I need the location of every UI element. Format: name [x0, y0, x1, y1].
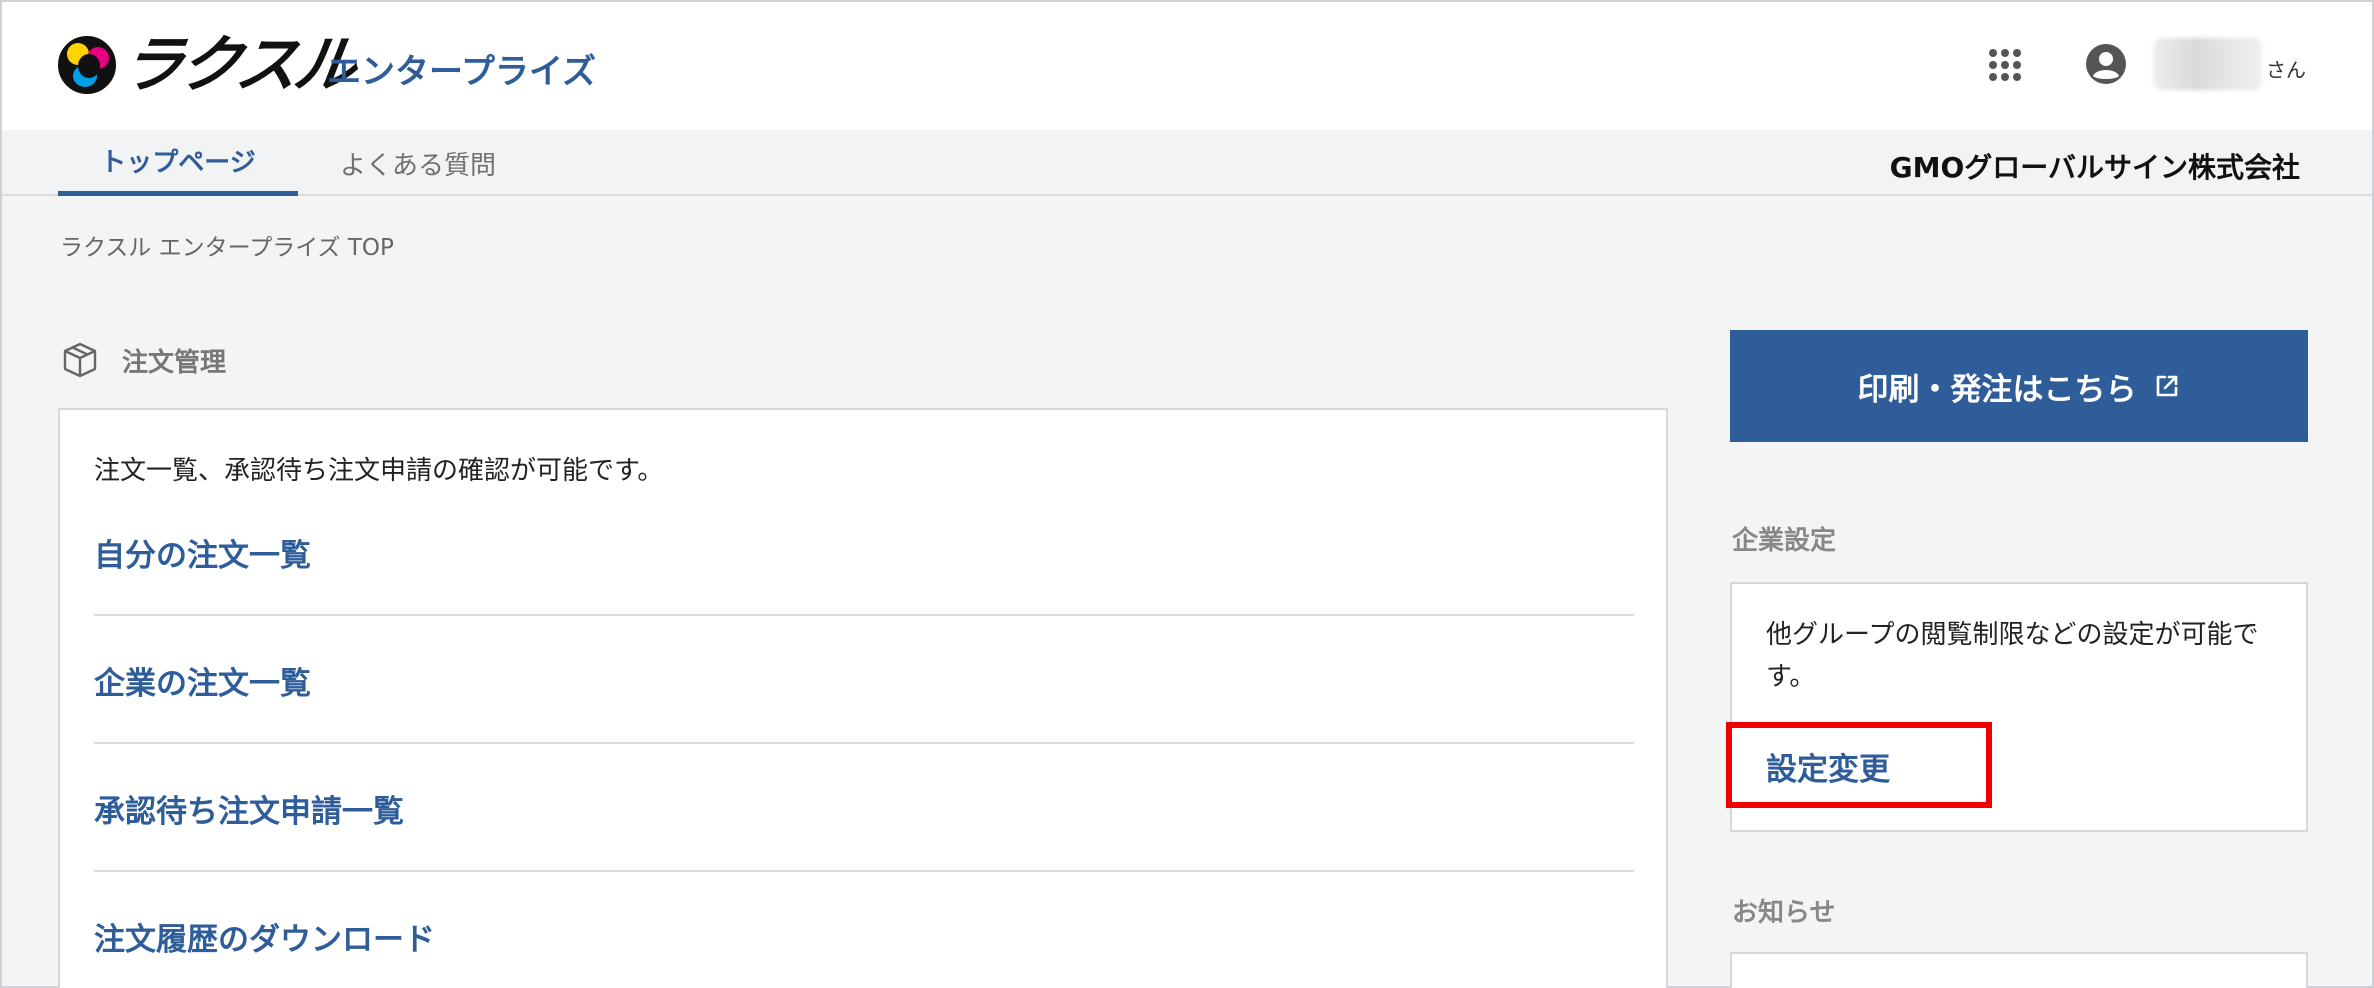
order-section-header: 注文管理: [60, 340, 226, 380]
logo-wordmark: ラクスル: [116, 28, 358, 101]
raksul-logo[interactable]: ラクスル: [58, 28, 357, 101]
order-history-download-link[interactable]: 注文履歴のダウンロード: [94, 914, 435, 959]
divider: [94, 742, 1634, 744]
company-settings-card: 他グループの閲覧制限などの設定が可能です。 設定変更: [1730, 582, 2308, 832]
tab-faq[interactable]: よくある質問: [328, 130, 508, 196]
print-order-button[interactable]: 印刷・発注はこちら: [1730, 330, 2308, 442]
divider: [94, 870, 1634, 872]
order-section-description: 注文一覧、承認待ち注文申請の確認が可能です。: [94, 456, 664, 486]
external-link-icon: [2156, 375, 2177, 397]
order-management-card: 注文一覧、承認待ち注文申請の確認が可能です。 自分の注文一覧 企業の注文一覧 承…: [58, 408, 1668, 988]
raksul-logo-mark-icon: [58, 36, 116, 94]
news-card: [1730, 952, 2308, 988]
divider: [94, 614, 1634, 616]
app-grid-icon[interactable]: [1988, 48, 2022, 82]
tab-top-page[interactable]: トップページ: [58, 130, 298, 196]
breadcrumb: ラクスル エンタープライズ TOP: [60, 235, 394, 261]
company-settings-description: 他グループの閲覧制限などの設定が可能です。: [1766, 620, 2259, 692]
company-settings-heading: 企業設定: [1732, 526, 1837, 556]
company-orders-link[interactable]: 企業の注文一覧: [94, 658, 311, 703]
nav-tabbar: トップページ よくある質問 GMOグローバルサイン株式会社: [2, 130, 2372, 196]
package-box-icon: [63, 342, 97, 378]
order-section-title: 注文管理: [122, 347, 227, 378]
account-icon[interactable]: [2085, 43, 2127, 85]
settings-change-link[interactable]: 設定変更: [1766, 744, 1890, 789]
user-name-suffix: さん: [2266, 58, 2306, 82]
app-header: ラクスル エンタープライズ さん: [2, 2, 2372, 130]
product-name: エンタープライズ: [327, 52, 596, 92]
company-name: GMOグローバルサイン株式会社: [1889, 151, 2300, 184]
pending-approval-orders-link[interactable]: 承認待ち注文申請一覧: [94, 786, 404, 831]
print-order-button-label: 印刷・発注はこちら: [1857, 371, 2137, 408]
news-heading: お知らせ: [1732, 898, 1836, 928]
user-name-redacted: [2154, 38, 2262, 90]
my-orders-link[interactable]: 自分の注文一覧: [94, 530, 311, 575]
